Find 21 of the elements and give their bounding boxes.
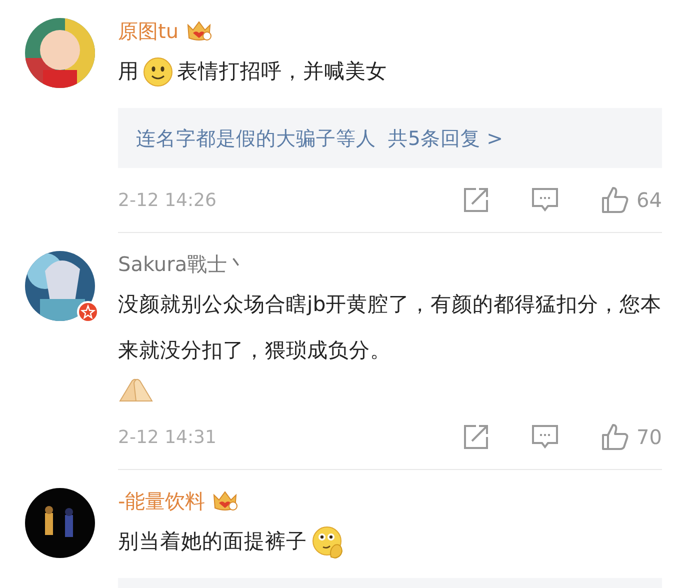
like-count: 70 bbox=[636, 425, 662, 449]
thumbs-up-icon[interactable] bbox=[600, 423, 629, 451]
comment-text: 用 表情打招呼，并喊美女 bbox=[118, 48, 662, 94]
crown-icon bbox=[211, 489, 240, 513]
username[interactable]: Sakura戰士丶 bbox=[118, 250, 248, 278]
username[interactable]: -能量饮料 bbox=[118, 488, 206, 514]
thumbs-up-icon[interactable] bbox=[600, 186, 629, 214]
comment-icon[interactable] bbox=[530, 424, 559, 450]
timestamp: 2-12 14:31 bbox=[118, 426, 216, 448]
crown-icon bbox=[184, 19, 213, 43]
reply-preview[interactable]: 连名字都是假的大骗子等人 共5条回复 > bbox=[118, 108, 662, 168]
like-count: 64 bbox=[636, 188, 662, 212]
timestamp: 2-12 14:26 bbox=[118, 190, 216, 210]
share-icon[interactable] bbox=[462, 424, 489, 450]
share-icon[interactable] bbox=[462, 187, 489, 213]
smiley-emoji-icon bbox=[143, 57, 173, 88]
thinking-emoji-icon bbox=[311, 525, 345, 560]
comment-text: 别当着她的面提裤子 bbox=[118, 518, 662, 564]
comment-icon[interactable] bbox=[530, 187, 559, 213]
comment-text: 没颜就别公众场合瞎jb开黄腔了，有颜的都得猛扣分，您本来就没分扣了，猥琐成负分。 bbox=[118, 281, 662, 405]
username[interactable]: 原图tu bbox=[118, 18, 179, 44]
